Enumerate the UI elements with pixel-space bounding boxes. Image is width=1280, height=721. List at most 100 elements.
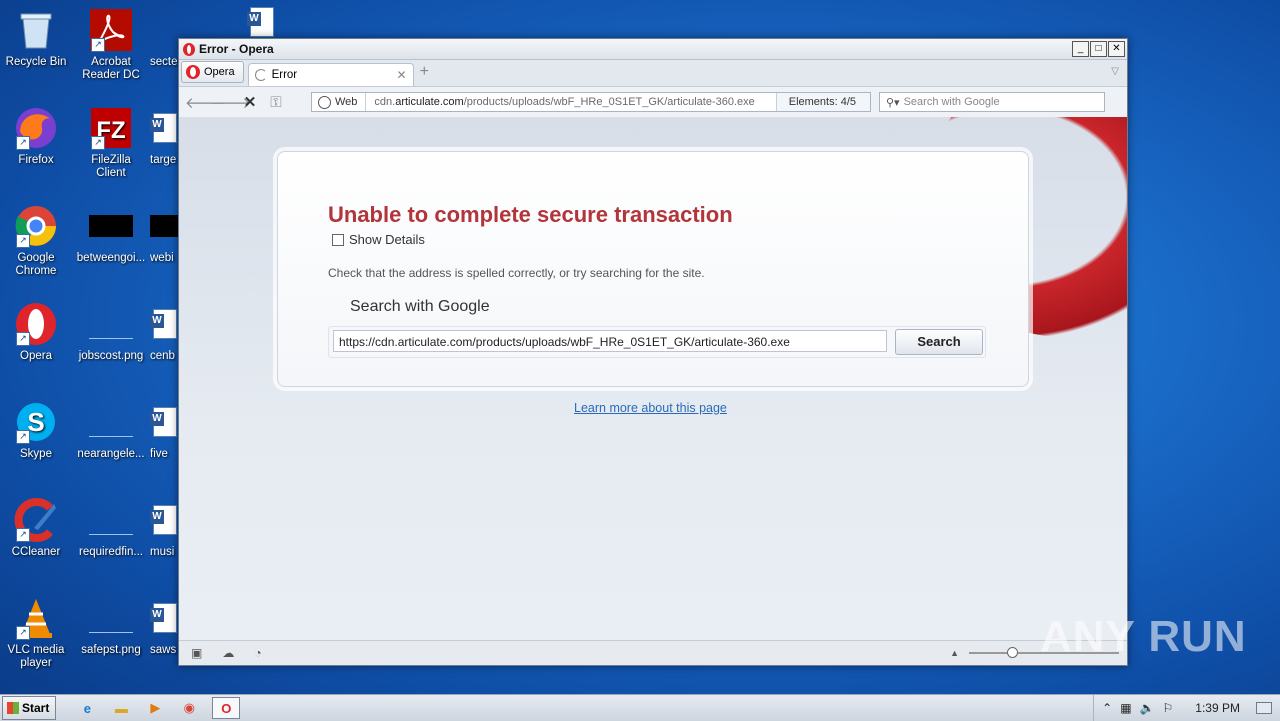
desktop-icon-safepst[interactable]: safepst.png [75, 596, 147, 657]
volume-icon[interactable]: 🔈 [1140, 701, 1155, 715]
tray-expand-icon[interactable]: ⌃ [1102, 701, 1112, 715]
clock[interactable]: 1:39 PM [1195, 701, 1240, 715]
ccleaner-icon: ↗ [14, 498, 58, 542]
desktop-icon-label: musi [150, 546, 175, 558]
desktop-icon-google-chrome[interactable]: ↗ Google Chrome [0, 204, 72, 278]
desktop-icon-label: betweengoi... [76, 252, 146, 264]
desktop-icon-cenb[interactable]: cenb [150, 302, 180, 363]
checkbox-icon[interactable] [332, 233, 344, 246]
url-prefix: cdn. [374, 96, 396, 108]
show-details-checkbox[interactable]: Show Details [332, 232, 425, 247]
media-player-icon[interactable]: ▶ [144, 698, 166, 718]
desktop-icon-word-doc-top[interactable] [238, 7, 286, 40]
chrome-taskbar-icon[interactable]: ◉ [178, 698, 200, 718]
desktop-icon-opera[interactable]: ↗ Opera [0, 302, 72, 363]
back-button[interactable]: 🡐 [185, 93, 225, 112]
desktop-icon-firefox[interactable]: ↗ Firefox [0, 106, 72, 167]
tab-title: Error [271, 69, 298, 81]
url-path: /products/uploads/wbF_HRe_0S1ET_GK/artic… [463, 96, 755, 108]
site-info-badge[interactable]: Web [312, 93, 367, 111]
windows-logo-icon [7, 702, 19, 714]
close-window-button[interactable]: ✕ [1108, 41, 1125, 57]
desktop-icon-label: CCleaner [11, 546, 61, 558]
maximize-button[interactable]: □ [1090, 41, 1107, 57]
new-tab-button[interactable]: + [420, 63, 429, 81]
status-bar: ▣ ☁ ◔ ▲ [179, 640, 1127, 665]
chrome-icon: ↗ [14, 204, 58, 248]
image-file-icon [89, 400, 133, 444]
scheme-label: Web [335, 96, 358, 108]
window-titlebar[interactable]: Error - Opera _ □ ✕ [179, 39, 1127, 60]
address-url[interactable]: cdn.articulate.com/products/uploads/wbF_… [366, 96, 775, 108]
desktop-icon-ccleaner[interactable]: ↗ CCleaner [0, 498, 72, 559]
close-tab-icon[interactable]: ✕ [397, 68, 407, 82]
desktop-icon-requiredfin[interactable]: requiredfin... [75, 498, 147, 559]
stop-button[interactable]: ✕ [237, 93, 263, 111]
desktop-icon-betweengoing[interactable]: betweengoi... [75, 204, 147, 265]
zoom-up-icon[interactable]: ▲ [950, 648, 959, 658]
desktop-icon-filezilla[interactable]: FZ ↗ FileZilla Client [75, 106, 147, 180]
desktop-icon-nearangele[interactable]: nearangele... [75, 400, 147, 461]
speed-dial-gauge-icon[interactable]: ◔ [254, 646, 261, 660]
opera-unite-cloud-icon[interactable]: ☁ [222, 646, 234, 660]
desktop-icon-label: VLC media player [7, 644, 65, 669]
acrobat-reader-icon: ↗ [89, 8, 133, 52]
opera-window: Error - Opera _ □ ✕ Opera Error ✕ + ▽ 🡐 … [178, 38, 1128, 666]
show-details-label: Show Details [349, 232, 425, 247]
forward-button[interactable]: 🡒 [211, 93, 251, 112]
desktop-icon-recycle-bin[interactable]: Recycle Bin [0, 8, 72, 69]
show-desktop-icon[interactable] [1256, 702, 1272, 714]
desktop-icon-webi[interactable]: webi [150, 204, 180, 265]
learn-more-link[interactable]: Learn more about this page [574, 401, 727, 415]
black-thumbnail-icon [89, 204, 133, 248]
desktop-icon-label: saws [150, 644, 177, 656]
error-title: Unable to complete secure transaction [328, 202, 733, 227]
vlc-icon: ↗ [14, 596, 58, 640]
desktop-icon-five[interactable]: five [150, 400, 180, 461]
search-box[interactable]: ⚲▾ Search with Google [879, 92, 1105, 112]
zoom-slider-knob[interactable] [1007, 647, 1018, 658]
desktop-icon-label: webi [150, 252, 174, 264]
desktop-icon-saws[interactable]: saws [150, 596, 180, 657]
tab-error[interactable]: Error ✕ [247, 63, 414, 86]
opera-logo-icon [183, 42, 195, 56]
image-file-icon [89, 596, 133, 640]
start-button[interactable]: Start [2, 696, 57, 720]
search-with-google-heading: Search with Google [350, 298, 490, 315]
image-file-icon [89, 302, 133, 346]
globe-icon [318, 95, 331, 109]
system-tray: ⌃ ▦ 🔈 ⚐ 1:39 PM [1093, 695, 1280, 721]
desktop-icon-skype[interactable]: S ↗ Skype [0, 400, 72, 461]
desktop-icon-label: Opera [20, 350, 52, 362]
wand-key-icon[interactable]: ⚿ [263, 94, 289, 111]
window-title: Error - Opera [199, 42, 274, 56]
minimize-button[interactable]: _ [1072, 41, 1089, 57]
panel-toggle-icon[interactable]: ▣ [191, 646, 202, 660]
word-document-icon [150, 596, 180, 640]
opera-menu-button[interactable]: Opera [181, 61, 244, 83]
file-explorer-icon[interactable]: ▬ [110, 698, 132, 718]
address-bar[interactable]: Web cdn.articulate.com/products/uploads/… [311, 92, 871, 112]
start-label: Start [22, 701, 50, 715]
desktop-icon-vlc[interactable]: ↗ VLC media player [0, 596, 72, 670]
tab-list-chevron-icon[interactable]: ▽ [1111, 66, 1119, 77]
action-center-flag-icon[interactable]: ⚐ [1163, 701, 1174, 715]
word-document-icon [150, 8, 180, 52]
desktop-icon-jobscost[interactable]: jobscost.png [75, 302, 147, 363]
internet-explorer-icon[interactable]: e [76, 698, 98, 718]
desktop-icon-musi[interactable]: musi [150, 498, 180, 559]
image-file-icon [89, 498, 133, 542]
search-form: https://cdn.articulate.com/products/uplo… [328, 326, 986, 358]
firefox-icon: ↗ [14, 106, 58, 150]
search-button[interactable]: Search [895, 329, 983, 355]
tab-strip: Opera Error ✕ + ▽ [179, 60, 1127, 87]
desktop-icon-secte[interactable]: secte [150, 8, 180, 69]
opera-taskbar-icon[interactable]: O [212, 697, 241, 719]
network-icon[interactable]: ▦ [1120, 701, 1131, 715]
page-content: Unable to complete secure transaction Sh… [179, 117, 1127, 641]
desktop-icon-acrobat[interactable]: ↗ Acrobat Reader DC [75, 8, 147, 82]
desktop-icon-targe[interactable]: targe [150, 106, 180, 167]
word-document-icon [240, 7, 284, 37]
search-url-input[interactable]: https://cdn.articulate.com/products/uplo… [333, 330, 887, 352]
search-icon: ⚲▾ [886, 96, 900, 109]
